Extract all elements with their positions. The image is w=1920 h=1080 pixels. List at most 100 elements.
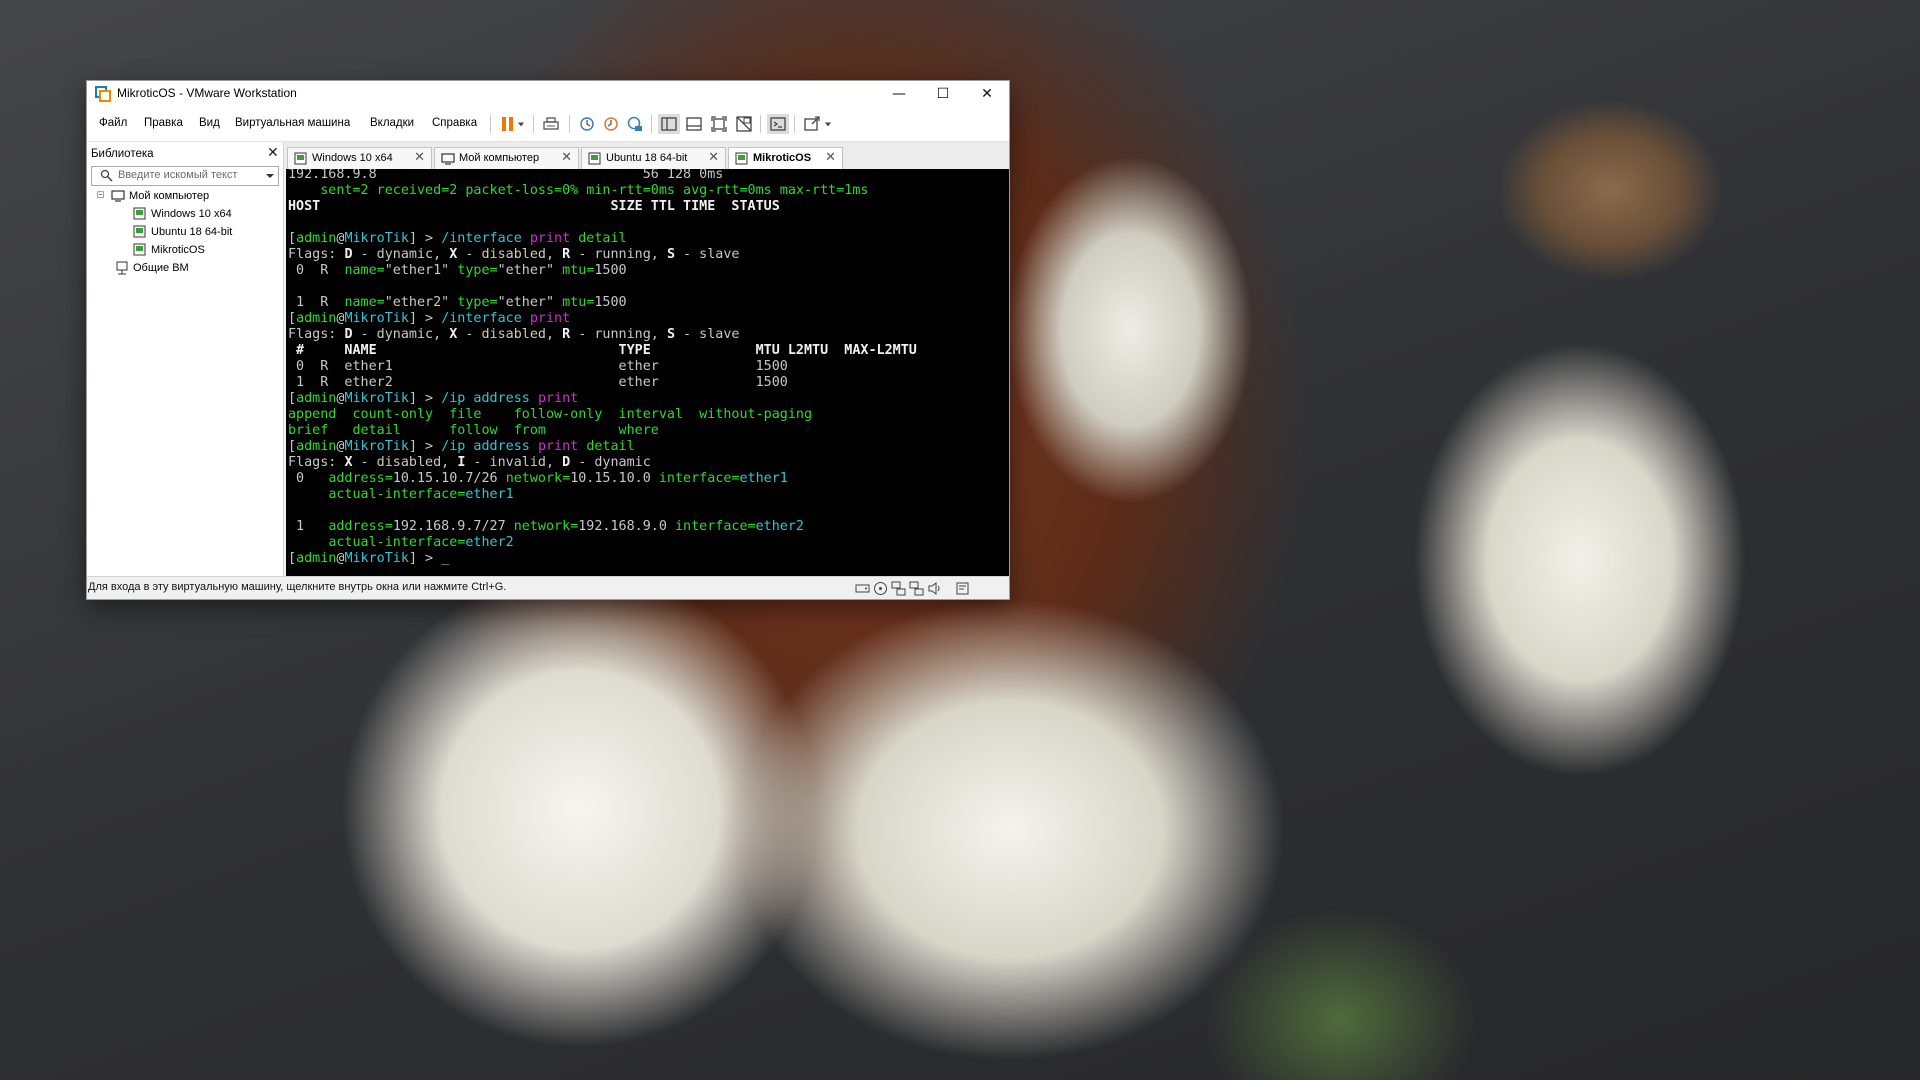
tree-item-label: Мой компьютер bbox=[129, 190, 210, 202]
show-library-button[interactable] bbox=[658, 114, 680, 134]
console-line: HOST SIZE TTL TIME STATUS bbox=[288, 199, 780, 215]
library-close-icon[interactable]: ✕ bbox=[267, 145, 279, 161]
vm-icon bbox=[735, 152, 748, 165]
tab-my-computer[interactable]: Мой компьютер ✕ bbox=[434, 147, 579, 169]
tab-windows-10[interactable]: Windows 10 x64 ✕ bbox=[287, 147, 432, 169]
vm-icon bbox=[588, 152, 601, 165]
vm-icon bbox=[133, 243, 146, 256]
network-adapter-2-icon[interactable] bbox=[909, 581, 924, 596]
library-title: Библиотека bbox=[91, 148, 154, 160]
unity-button[interactable] bbox=[733, 114, 755, 134]
close-button[interactable]: ✕ bbox=[965, 81, 1009, 107]
tree-item-label: Общие ВМ bbox=[133, 262, 189, 274]
tree-item-vm[interactable]: Windows 10 x64 bbox=[133, 206, 232, 222]
hard-disk-icon[interactable] bbox=[855, 581, 870, 596]
tab-mikroticos[interactable]: MikroticOS ✕ bbox=[728, 147, 843, 169]
menu-help[interactable]: Справка bbox=[432, 117, 477, 129]
console-text: actual-interface= bbox=[328, 535, 466, 550]
collapse-icon[interactable] bbox=[97, 191, 107, 201]
tree-item-vm[interactable]: Ubuntu 18 64-bit bbox=[133, 224, 232, 240]
console-text: [ bbox=[288, 311, 297, 326]
close-icon: ✕ bbox=[981, 86, 993, 102]
tree-item-vm[interactable]: MikroticOS bbox=[133, 242, 205, 258]
tree-item-shared-vms[interactable]: Общие ВМ bbox=[115, 260, 189, 276]
menu-toolbar-bar: Файл Правка Вид Виртуальная машина Вклад… bbox=[87, 107, 1009, 142]
tab-label: Windows 10 x64 bbox=[312, 152, 393, 164]
console-text: "ether" bbox=[497, 263, 563, 278]
console-line: Flags: X - disabled, I - invalid, D - dy… bbox=[288, 455, 651, 471]
vm-console-screen[interactable]: 192.168.9.8 56 128 0ms sent=2 received=2… bbox=[286, 169, 1009, 576]
stretch-guest-dropdown[interactable] bbox=[821, 114, 835, 134]
menu-edit[interactable]: Правка bbox=[144, 117, 183, 129]
chevron-down-icon[interactable] bbox=[265, 171, 275, 181]
console-text: 192.168.9.7/27 bbox=[392, 519, 514, 534]
message-log-icon[interactable] bbox=[955, 581, 970, 596]
console-text: "ether1" bbox=[384, 263, 458, 278]
console-text: MikroTik bbox=[344, 391, 409, 406]
console-text: X bbox=[344, 455, 353, 470]
maximize-button[interactable]: ☐ bbox=[921, 81, 965, 107]
console-text: actual-interface= bbox=[328, 487, 466, 502]
console-line: [admin@MikroTik] > /ip address print bbox=[288, 391, 578, 407]
console-text: ] > bbox=[408, 439, 442, 454]
console-text: MikroTik bbox=[344, 311, 409, 326]
revert-snapshot-button[interactable] bbox=[600, 114, 622, 134]
fullscreen-button[interactable] bbox=[708, 114, 730, 134]
tree-item-label: Windows 10 x64 bbox=[151, 208, 232, 220]
thumbnail-bar-icon bbox=[686, 117, 702, 131]
cd-dvd-icon[interactable] bbox=[873, 581, 888, 596]
snapshot-button[interactable] bbox=[576, 114, 598, 134]
console-text: 10.15.10.0 bbox=[570, 471, 659, 486]
console-text: - invalid, bbox=[465, 455, 563, 470]
library-panel: Библиотека ✕ Мой компьютер Windows 10 x6… bbox=[87, 142, 284, 576]
console-line: actual-interface=ether1 bbox=[288, 487, 514, 503]
console-line: # NAME TYPE MTU L2MTU MAX-L2MTU bbox=[288, 343, 917, 359]
vm-tabs: Windows 10 x64 ✕ Мой компьютер ✕ Ubuntu … bbox=[285, 142, 1009, 169]
tab-close-icon[interactable]: ✕ bbox=[825, 150, 836, 165]
tree-item-label: Ubuntu 18 64-bit bbox=[151, 226, 233, 238]
console-text: ether1 bbox=[465, 487, 514, 502]
tree-item-my-computer[interactable]: Мой компьютер bbox=[97, 188, 209, 204]
console-text: Flags: bbox=[288, 455, 345, 470]
tab-close-icon[interactable]: ✕ bbox=[561, 150, 572, 165]
minimize-button[interactable]: — bbox=[877, 81, 921, 107]
snapshot-manager-button[interactable] bbox=[624, 114, 646, 134]
tab-close-icon[interactable]: ✕ bbox=[414, 150, 425, 165]
console-line: [admin@MikroTik] > /ip address print det… bbox=[288, 439, 635, 455]
console-text: S bbox=[666, 247, 675, 262]
console-text: MikroTik bbox=[344, 551, 409, 566]
console-text: 192.168.9.0 bbox=[578, 519, 675, 534]
menu-file[interactable]: Файл bbox=[99, 117, 127, 129]
toolbar-separator bbox=[533, 115, 534, 133]
thumbnail-bar-button[interactable] bbox=[683, 114, 705, 134]
console-text: admin bbox=[296, 391, 337, 406]
network-adapter-icon[interactable] bbox=[891, 581, 906, 596]
console-text: Flags: bbox=[288, 327, 345, 342]
library-search-input[interactable] bbox=[118, 168, 246, 182]
console-text: address= bbox=[328, 471, 393, 486]
menu-view[interactable]: Вид bbox=[199, 117, 220, 129]
vmware-window: MikroticOS - VMware Workstation — ☐ ✕ Фа… bbox=[86, 80, 1010, 600]
console-text: ether2 bbox=[465, 535, 514, 550]
tab-ubuntu[interactable]: Ubuntu 18 64-bit ✕ bbox=[581, 147, 726, 169]
console-text: [ bbox=[288, 391, 297, 406]
snapshot-icon bbox=[580, 117, 594, 131]
show-library-icon bbox=[661, 117, 677, 131]
menu-tabs[interactable]: Вкладки bbox=[370, 117, 414, 129]
console-text: interface= bbox=[658, 471, 740, 486]
console-text: network= bbox=[513, 519, 579, 534]
console-text: D bbox=[562, 455, 571, 470]
stretch-guest-button[interactable] bbox=[801, 114, 823, 134]
console-text: 1500 bbox=[594, 263, 627, 278]
tab-label: MikroticOS bbox=[753, 152, 812, 164]
send-ctrl-alt-del-button[interactable] bbox=[540, 114, 562, 134]
console-text: /interface bbox=[441, 231, 530, 246]
console-line: 0 address=10.15.10.7/26 network=10.15.10… bbox=[288, 471, 788, 487]
console-view-button[interactable] bbox=[767, 114, 789, 134]
tab-close-icon[interactable]: ✕ bbox=[708, 150, 719, 165]
console-text: ] > _ bbox=[408, 551, 450, 566]
sound-card-icon[interactable] bbox=[927, 581, 942, 596]
menu-vm[interactable]: Виртуальная машина bbox=[235, 117, 350, 129]
pause-dropdown[interactable] bbox=[514, 114, 528, 134]
